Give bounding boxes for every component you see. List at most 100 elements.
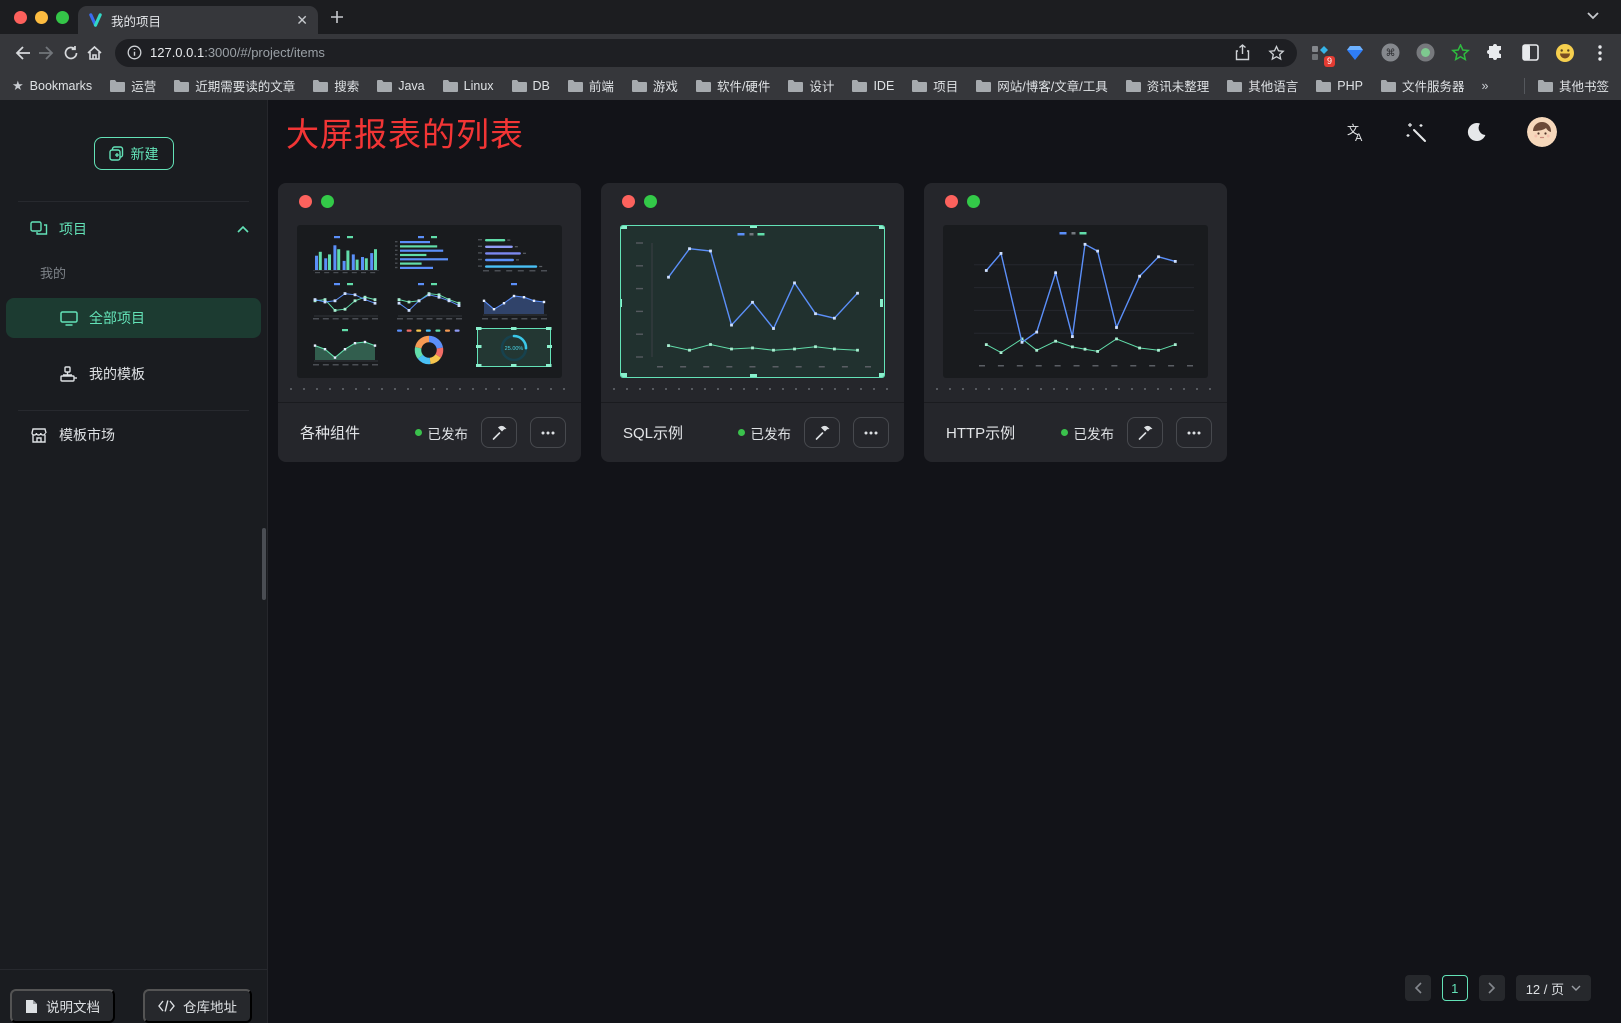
bookmarks-overflow-chevron[interactable]: »: [1481, 79, 1488, 93]
browser-menu-icon[interactable]: [1589, 42, 1611, 64]
extensions-puzzle-icon[interactable]: [1484, 42, 1506, 64]
more-actions-button[interactable]: [530, 417, 566, 448]
bookmark-folder-item[interactable]: 搜索: [312, 76, 359, 95]
bookmark-folder-item[interactable]: 项目: [911, 76, 958, 95]
project-card[interactable]: SQL示例 已发布: [601, 183, 904, 462]
extension-command-icon[interactable]: ⌘: [1379, 42, 1401, 64]
edit-hammer-button[interactable]: [804, 417, 840, 448]
other-bookmarks-folder[interactable]: 其他书签: [1537, 76, 1609, 95]
macos-traffic-lights[interactable]: [14, 11, 69, 24]
url-bar[interactable]: 127.0.0.1:3000/#/project/items: [115, 39, 1297, 67]
selection-handle[interactable]: [620, 225, 627, 229]
bookmark-folder-label: PHP: [1337, 79, 1363, 93]
goview-logo-icon: [88, 13, 103, 27]
bookmarks-separator: [1524, 78, 1525, 94]
tab-close-icon[interactable]: ✕: [296, 12, 308, 29]
project-card[interactable]: HTTP示例 已发布: [924, 183, 1227, 462]
selection-handle[interactable]: [750, 374, 757, 378]
extension-emoji-icon[interactable]: [1554, 42, 1576, 64]
chevron-up-icon[interactable]: [237, 226, 249, 233]
edit-hammer-button[interactable]: [1127, 417, 1163, 448]
bookmark-folder-item[interactable]: 软件/硬件: [695, 76, 770, 95]
more-actions-button[interactable]: [1176, 417, 1212, 448]
bookmark-folder-label: 网站/博客/文章/工具: [997, 76, 1107, 95]
bookmark-folder-item[interactable]: DB: [511, 79, 550, 93]
extension-blocks-icon[interactable]: 9: [1309, 42, 1331, 64]
card-preview-image[interactable]: [620, 225, 885, 378]
user-avatar[interactable]: [1527, 117, 1557, 147]
extension-green-star-icon[interactable]: [1449, 42, 1471, 64]
selection-handle[interactable]: [879, 225, 885, 229]
bookmarks-manager-item[interactable]: ★ Bookmarks: [12, 78, 92, 94]
bookmark-folder-item[interactable]: PHP: [1315, 79, 1363, 93]
bookmark-star-icon[interactable]: [1268, 45, 1285, 61]
browser-tab[interactable]: 我的项目 ✕: [78, 6, 318, 34]
page-size-select[interactable]: 12 / 页: [1516, 975, 1591, 1001]
edit-hammer-button[interactable]: [481, 417, 517, 448]
status-label: 已发布: [1074, 423, 1115, 443]
bookmark-folder-label: 游戏: [653, 76, 678, 95]
sidebar-market-label: 模板市场: [59, 425, 115, 445]
next-page-button[interactable]: [1479, 975, 1505, 1001]
extension-sidepanel-icon[interactable]: [1519, 42, 1541, 64]
folder-icon: [312, 79, 328, 92]
monitor-icon: [60, 311, 78, 326]
bookmark-folder-item[interactable]: Java: [376, 79, 424, 93]
sidebar-group-projects[interactable]: 项目: [30, 219, 249, 239]
bookmark-folder-label: DB: [533, 79, 550, 93]
sidebar-item-all-projects[interactable]: 全部项目: [6, 298, 261, 338]
dotted-separator: [613, 388, 892, 390]
selection-handle[interactable]: [880, 299, 883, 307]
dark-mode-moon-icon[interactable]: [1467, 122, 1487, 142]
more-actions-button[interactable]: [853, 417, 889, 448]
new-project-button[interactable]: 新建: [94, 137, 174, 170]
translate-icon[interactable]: 文A: [1344, 122, 1366, 142]
extension-gem-icon[interactable]: [1344, 42, 1366, 64]
bookmark-folder-item[interactable]: 网站/博客/文章/工具: [975, 76, 1107, 95]
minimize-window-button[interactable]: [35, 11, 48, 24]
bookmark-folder-item[interactable]: 文件服务器: [1380, 76, 1465, 95]
bookmark-folder-item[interactable]: IDE: [851, 79, 894, 93]
back-icon[interactable]: [10, 38, 34, 68]
bookmark-folder-item[interactable]: 运营: [109, 76, 156, 95]
page-title: 大屏报表的列表: [286, 108, 524, 156]
bookmark-folder-item[interactable]: 前端: [567, 76, 614, 95]
home-icon[interactable]: [83, 38, 107, 68]
tab-search-chevron-icon[interactable]: [1587, 12, 1599, 20]
close-window-button[interactable]: [14, 11, 27, 24]
bookmark-folder-item[interactable]: Linux: [442, 79, 494, 93]
prev-page-button[interactable]: [1405, 975, 1431, 1001]
current-page-button[interactable]: 1: [1442, 975, 1468, 1001]
bookmark-folder-item[interactable]: 游戏: [631, 76, 678, 95]
docs-button[interactable]: 说明文档: [10, 989, 115, 1023]
extensions-row: 9 ⌘: [1309, 42, 1611, 64]
selection-handle[interactable]: [620, 373, 627, 377]
zoom-window-button[interactable]: [56, 11, 69, 24]
extension-recorder-icon[interactable]: [1414, 42, 1436, 64]
sidebar-item-template-market[interactable]: 模板市场: [30, 425, 249, 445]
new-tab-button[interactable]: [330, 10, 344, 24]
share-icon[interactable]: [1235, 44, 1250, 61]
sidebar-item-my-templates[interactable]: 我的模板: [6, 354, 261, 394]
bookmark-folder-item[interactable]: 资讯未整理: [1125, 76, 1210, 95]
folder-icon: [1125, 79, 1141, 92]
bookmark-folder-item[interactable]: 近期需要读的文章: [173, 76, 295, 95]
bookmark-folder-item[interactable]: 其他语言: [1226, 76, 1298, 95]
selection-handle[interactable]: [620, 299, 622, 307]
card-preview-image[interactable]: [943, 225, 1208, 378]
project-card[interactable]: 25.00% 各种组件 已发布: [278, 183, 581, 462]
folder-icon: [109, 79, 125, 92]
mini-area-chart: [476, 281, 552, 323]
bookmark-folder-item[interactable]: 设计: [787, 76, 834, 95]
sidebar-scrollbar[interactable]: [262, 528, 266, 600]
repo-button[interactable]: 仓库地址: [143, 989, 252, 1023]
selection-handle[interactable]: [750, 225, 757, 228]
reload-icon[interactable]: [59, 38, 83, 68]
forward-icon[interactable]: [34, 38, 58, 68]
dotted-separator: [290, 388, 569, 390]
magic-wand-icon[interactable]: [1406, 122, 1427, 143]
selection-handle[interactable]: [879, 373, 885, 377]
sidebar-item-label: 全部项目: [89, 308, 145, 328]
card-preview-image[interactable]: 25.00%: [297, 225, 562, 378]
site-info-icon[interactable]: [127, 45, 142, 60]
